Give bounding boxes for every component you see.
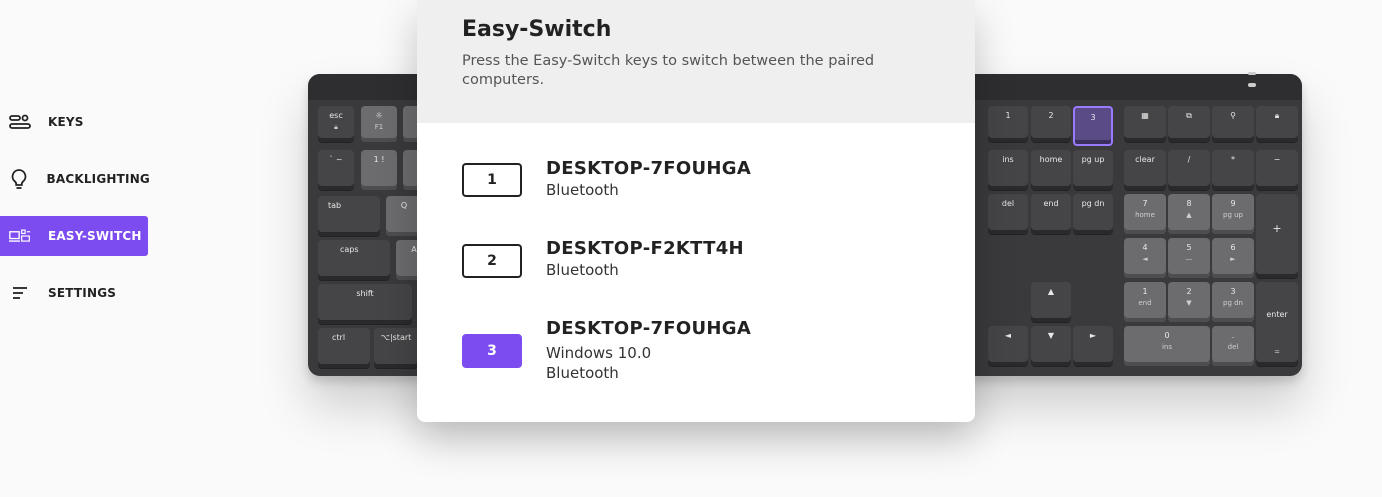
- key-divide: /: [1168, 150, 1210, 190]
- key-clear: clear: [1124, 150, 1166, 190]
- key-ins: ins: [988, 150, 1028, 190]
- key-search: ⚲: [1212, 106, 1254, 142]
- device-name: DESKTOP-7FOUHGA: [546, 158, 752, 179]
- key-arrow-down: ▼: [1031, 326, 1071, 366]
- sidebar-item-easy-switch[interactable]: EASY-SWITCH: [0, 216, 148, 256]
- screenshot-icon: ⧉: [1186, 111, 1192, 120]
- key-num7: 7 home: [1124, 194, 1166, 234]
- key-numdot: . del: [1212, 326, 1254, 366]
- key-plus: +: [1256, 194, 1298, 278]
- sidebar-item-label: EASY-SWITCH: [48, 229, 142, 243]
- sidebar-item-label: KEYS: [48, 115, 84, 129]
- key-screenshot: ⧉: [1168, 106, 1210, 142]
- key-home: home: [1031, 150, 1071, 190]
- key-backtick: ` ~: [318, 150, 354, 190]
- device-connection: Bluetooth: [546, 261, 619, 279]
- key-multiply: *: [1212, 150, 1254, 190]
- sidebar: KEYS BACKLIGHTING EASY-SWITCH SETTINGS: [0, 102, 150, 330]
- panel-header: Easy-Switch Press the Easy-Switch keys t…: [417, 0, 975, 123]
- device-connection: Bluetooth: [546, 181, 619, 199]
- key-minus: −: [1256, 150, 1298, 190]
- device-entry[interactable]: 3 DESKTOP-7FOUHGA Windows 10.0 Bluetooth: [462, 318, 751, 383]
- status-led: [1248, 83, 1256, 87]
- key-f1: ☼ F1: [361, 106, 397, 142]
- key-num9: 9 pg up: [1212, 194, 1254, 234]
- key-shift: shift: [318, 284, 412, 324]
- device-os: Windows 10.0: [546, 344, 652, 362]
- key-1: 1 !: [361, 150, 397, 190]
- key-easy-switch-1: 1: [988, 106, 1028, 142]
- key-lock: 🔒︎: [1256, 106, 1298, 142]
- key-easy-switch-3: 3: [1073, 106, 1113, 146]
- brightness-icon: ☼: [375, 111, 383, 120]
- device-connection: Bluetooth: [546, 364, 619, 382]
- device-entry[interactable]: 1 DESKTOP-7FOUHGA Bluetooth: [462, 158, 751, 200]
- key-caps: caps: [318, 240, 390, 280]
- key-num6: 6 ►: [1212, 238, 1254, 278]
- lock-icon: 🔒︎: [1274, 111, 1280, 120]
- device-name: DESKTOP-7FOUHGA: [546, 318, 752, 339]
- key-calculator: ▦: [1124, 106, 1166, 142]
- key-num0: 0 ins: [1124, 326, 1210, 366]
- key-num1: 1 end: [1124, 282, 1166, 322]
- slot-badge-active: 3: [462, 334, 522, 368]
- easy-switch-icon: [9, 225, 31, 247]
- key-enter: enter =: [1256, 282, 1298, 366]
- sidebar-item-backlighting[interactable]: BACKLIGHTING: [0, 159, 150, 199]
- key-option-start: ⌥|start: [374, 328, 418, 368]
- sidebar-item-label: SETTINGS: [48, 286, 117, 300]
- sidebar-item-settings[interactable]: SETTINGS: [0, 273, 150, 313]
- sidebar-item-keys[interactable]: KEYS: [0, 102, 150, 142]
- calculator-icon: ▦: [1141, 111, 1149, 120]
- device-entry[interactable]: 2 DESKTOP-F2KTT4H Bluetooth: [462, 238, 744, 280]
- key-pgup: pg up: [1073, 150, 1113, 190]
- key-end: end: [1031, 194, 1071, 234]
- key-esc: esc 🔒︎: [318, 106, 354, 142]
- key-num3: 3 pg dn: [1212, 282, 1254, 322]
- lock-icon: 🔒︎: [334, 123, 338, 131]
- slot-badge: 1: [462, 163, 522, 197]
- key-pgdn: pg dn: [1073, 194, 1113, 234]
- key-del: del: [988, 194, 1028, 234]
- key-arrow-right: ►: [1073, 326, 1113, 366]
- easy-switch-panel: Easy-Switch Press the Easy-Switch keys t…: [417, 0, 975, 422]
- key-num2: 2 ▼: [1168, 282, 1210, 322]
- status-led: [1248, 72, 1256, 75]
- key-num5: 5—: [1168, 238, 1210, 278]
- search-icon: ⚲: [1230, 111, 1236, 120]
- panel-description: Press the Easy-Switch keys to switch bet…: [462, 53, 875, 88]
- lightbulb-icon: [9, 168, 30, 190]
- panel-title: Easy-Switch: [462, 17, 612, 42]
- key-easy-switch-2: 2: [1031, 106, 1071, 142]
- key-arrow-up: ▲: [1031, 282, 1071, 322]
- key-num8: 8 ▲: [1168, 194, 1210, 234]
- key-tab: tab: [318, 196, 380, 236]
- key-ctrl: ctrl: [318, 328, 370, 368]
- key-arrow-left: ◄: [988, 326, 1028, 366]
- device-name: DESKTOP-F2KTT4H: [546, 238, 744, 259]
- keys-icon: [9, 111, 31, 133]
- slot-badge: 2: [462, 244, 522, 278]
- settings-icon: [9, 282, 31, 304]
- sidebar-item-label: BACKLIGHTING: [46, 172, 150, 186]
- key-num4: 4 ◄: [1124, 238, 1166, 278]
